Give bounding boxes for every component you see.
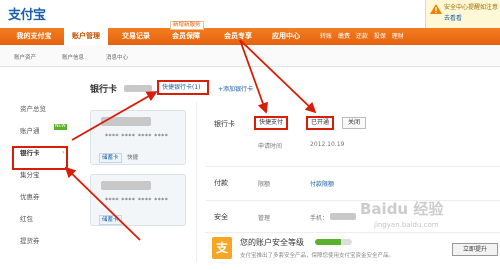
security-level-bar <box>315 239 352 245</box>
sidebar-item-label: 账户通 <box>20 127 40 135</box>
quick-tag: 快捷 <box>127 155 139 161</box>
card-number: **** **** **** **** <box>105 197 169 204</box>
new-tag: NEW <box>54 124 67 130</box>
sidebar-item-coupons[interactable]: 优惠券 <box>12 186 72 208</box>
security-level-title: 您的账户安全等级 <box>240 238 304 247</box>
nav-link-pay-bills[interactable]: 缴费 <box>338 33 350 40</box>
pay-label: 付款 <box>214 179 228 187</box>
nav-link-repay[interactable]: 还款 <box>356 33 368 40</box>
detail-bankcard-label: 银行卡 <box>214 120 235 128</box>
nav-app-center[interactable]: 应用中心 <box>262 28 310 45</box>
nav-link-transfer[interactable]: 转账 <box>320 33 332 40</box>
sidebar-item-vouchers[interactable]: 提货券 <box>12 230 72 252</box>
bank-card-1[interactable]: **** **** **** **** 储蓄卡 快捷 <box>90 110 186 165</box>
phone-label: 手机： <box>310 215 329 222</box>
card-type-button[interactable]: 储蓄卡 <box>99 215 122 225</box>
warning-icon <box>430 4 442 14</box>
sidebar-item-account-tong[interactable]: 账户通 NEW <box>12 120 72 142</box>
sidebar-item-overview[interactable]: 资产总览 <box>12 98 72 120</box>
apply-time-value: 2012.10.19 <box>310 141 345 148</box>
sidebar-item-red-packet[interactable]: 红包 <box>12 208 72 230</box>
nav-transactions[interactable]: 交易记录 <box>112 28 160 45</box>
sidebar-item-label: 优惠券 <box>20 193 40 201</box>
sidebar-item-label: 红包 <box>20 215 33 223</box>
subnav-account-info[interactable]: 账户信息 <box>62 53 84 61</box>
alert-text: 安全中心提醒如注意 <box>444 4 499 11</box>
bank-logo-blurred <box>101 181 151 190</box>
manage-label: 管理 <box>258 215 271 222</box>
card-type-button[interactable]: 储蓄卡 <box>99 153 122 163</box>
shield-icon: 支 <box>212 237 232 259</box>
bank-card-title: 银行卡 <box>90 85 118 95</box>
sidebar: 资产总览 账户通 NEW 银行卡 › 集分宝 优惠券 红包 提货券 <box>12 98 72 252</box>
divider <box>206 166 500 167</box>
main-nav: 我的支付宝 账户管理 交易记录 会员保障 会员专享 应用中心 转账 缴费 还款 … <box>0 28 500 45</box>
nav-account-management[interactable]: 账户管理 <box>64 28 108 45</box>
new-service-badge: 新增新服务 <box>170 21 204 30</box>
phone-blurred <box>330 213 356 220</box>
card-number: **** **** **** **** <box>105 133 169 140</box>
annotation-box-bank-card <box>12 146 68 170</box>
add-bank-card-link[interactable]: +添加银行卡 <box>218 84 253 93</box>
baidu-watermark-url: jingyan.baidu.com <box>374 221 439 229</box>
app-root: 支付宝 安全中心提醒如注意 去看看 我的支付宝 账户管理 交易记录 会员保障 会… <box>0 0 500 270</box>
alert-link[interactable]: 去看看 <box>444 13 462 22</box>
nav-quick-links: 转账 缴费 还款 投保 理财 <box>320 28 408 45</box>
sub-nav: 账户资产 账户信息 消息中心 <box>0 45 500 67</box>
nav-link-insurance[interactable]: 投保 <box>374 33 386 40</box>
quick-pay-label: 快捷支付 <box>254 116 288 130</box>
blurred-account <box>124 85 152 92</box>
divider <box>206 200 500 201</box>
upgrade-button[interactable]: 立即提升 <box>452 243 498 256</box>
bank-logo-blurred <box>101 117 151 126</box>
bank-card-2[interactable]: **** **** **** **** 储蓄卡 <box>90 174 186 226</box>
security-level-subtitle: 支付宝推出了多套安全产品，保障您使用支付宝资金安全产品。 <box>240 253 395 259</box>
sidebar-item-label: 提货券 <box>20 237 40 245</box>
subnav-assets[interactable]: 账户资产 <box>14 53 36 61</box>
alipay-logo[interactable]: 支付宝 <box>8 4 46 23</box>
security-level-fill <box>315 239 341 245</box>
baidu-watermark: Baidu 经验 <box>360 200 444 218</box>
detail-separator <box>196 102 197 262</box>
sidebar-item-label: 集分宝 <box>20 171 40 179</box>
pay-limit-link[interactable]: 付款限额 <box>310 179 334 188</box>
nav-my-alipay[interactable]: 我的支付宝 <box>6 28 62 45</box>
pay-limit-label: 限额 <box>258 181 271 188</box>
nav-member-exclusive[interactable]: 会员专享 <box>214 28 262 45</box>
opened-status: 已开通 <box>306 116 334 130</box>
subnav-message-center[interactable]: 消息中心 <box>106 53 128 61</box>
nav-link-finance[interactable]: 理财 <box>392 33 404 40</box>
security-alert[interactable]: 安全中心提醒如注意 去看看 <box>425 0 500 28</box>
apply-time-label: 申请时间 <box>258 143 283 150</box>
sidebar-item-label: 资产总览 <box>20 105 46 113</box>
top-bar: 支付宝 安全中心提醒如注意 去看看 <box>0 0 500 28</box>
quick-bank-card-link[interactable]: 快捷银行卡(1) <box>157 80 209 95</box>
logo-text: 支付宝 <box>8 8 46 23</box>
security-label: 安全 <box>214 213 228 221</box>
close-button[interactable]: 关闭 <box>342 117 366 129</box>
nav-member-protection[interactable]: 会员保障 <box>162 28 210 45</box>
